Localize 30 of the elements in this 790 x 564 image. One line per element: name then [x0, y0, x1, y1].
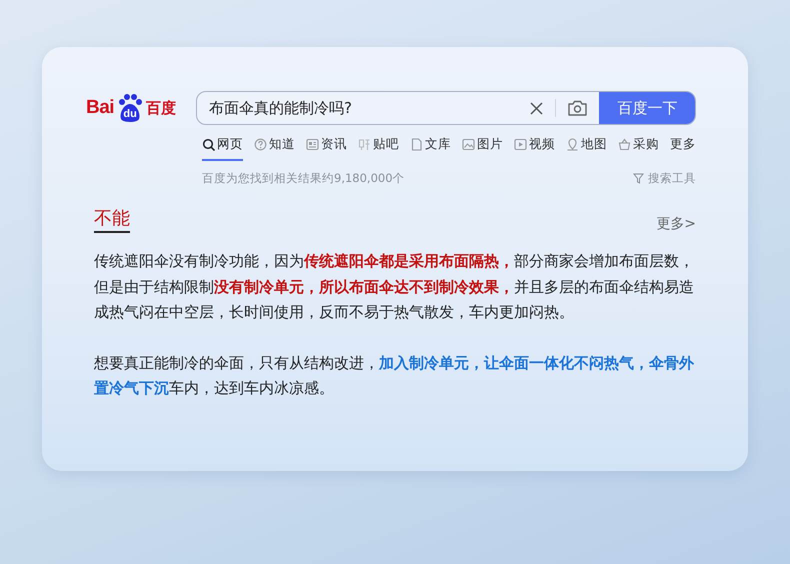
- tab[interactable]: 知道: [254, 136, 295, 161]
- close-icon[interactable]: [530, 102, 542, 114]
- basket-icon: [618, 138, 631, 151]
- answer-paragraph: 传统遮阳伞没有制冷功能，因为传统遮阳伞都是采用布面隔热，部分商家会增加布面层数，但是由于结构限制没有制冷单元，所以布面伞达不到制冷效果，并且多层的布面伞结构易造成热气闷在中空层，长时间使用，反而不易于热气散发，车内更加闷热。: [94, 251, 695, 323]
- result-count: 百度为您找到相关结果约9,180,000个: [202, 171, 405, 186]
- search-icon: [202, 138, 215, 151]
- logo-text: 百度: [146, 98, 176, 118]
- doc-icon: [410, 138, 423, 151]
- tab[interactable]: 资讯: [306, 136, 347, 161]
- tab[interactable]: 采购: [618, 136, 659, 161]
- camera-icon[interactable]: [568, 100, 586, 116]
- answer-title: 不能: [94, 208, 130, 233]
- search-field[interactable]: 布面伞真的能制冷吗? 百度一下: [196, 91, 696, 125]
- video-icon: [514, 138, 527, 151]
- tab[interactable]: 图片: [462, 136, 503, 161]
- question-icon: [254, 138, 267, 151]
- search-button[interactable]: 百度一下: [598, 92, 695, 124]
- tab[interactable]: 文库: [410, 136, 451, 161]
- filter-icon: [633, 173, 644, 184]
- answer-paragraph: 想要真正能制冷的伞面，只有从结构改进，加入制冷单元，让伞面一体化不闷热气，伞骨外置冷气下沉车内，达到车内冰凉感。: [94, 352, 695, 399]
- tab[interactable]: 贴吧: [358, 136, 399, 161]
- logo-text: Bai: [86, 97, 114, 119]
- tab[interactable]: 网页: [202, 136, 243, 161]
- tab[interactable]: 地图: [566, 136, 607, 161]
- tab[interactable]: 更多: [670, 136, 696, 161]
- more-link[interactable]: 更多>: [656, 215, 696, 233]
- tab[interactable]: 视频: [514, 136, 555, 161]
- image-icon: [462, 138, 475, 151]
- news-icon: [306, 138, 319, 151]
- map-icon: [566, 138, 579, 151]
